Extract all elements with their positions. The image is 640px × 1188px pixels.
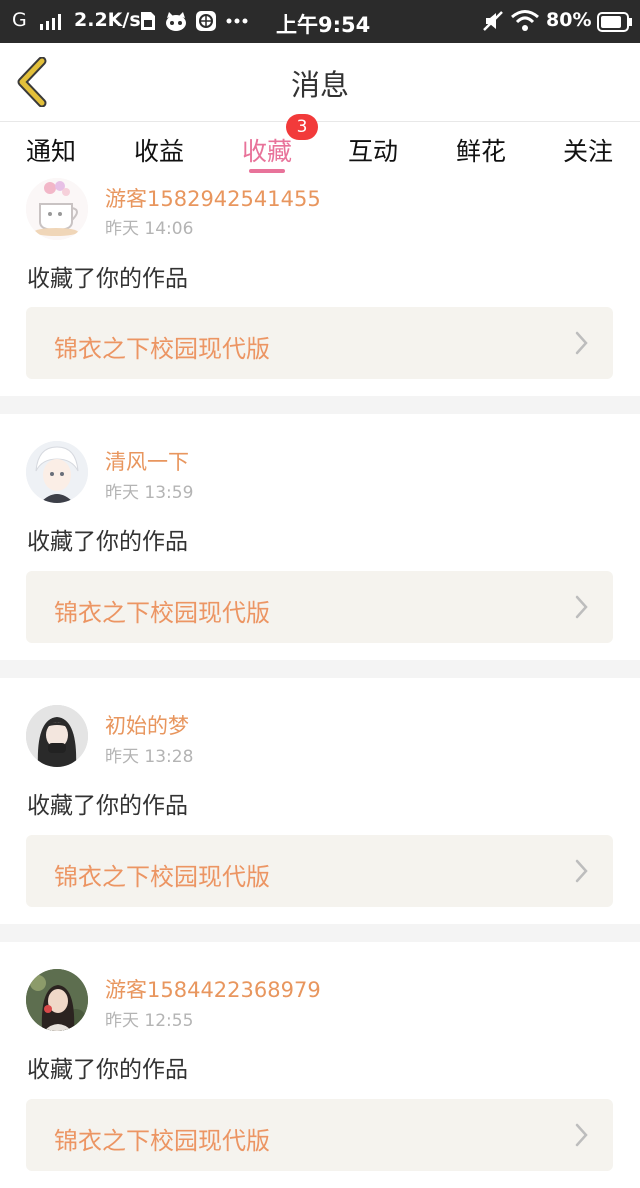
list-item: 清风一下 昨天 13:59 收藏了你的作品 锦衣之下校园现代版: [0, 414, 640, 660]
tab-earnings[interactable]: 收益: [134, 132, 184, 168]
signal-icon: [40, 14, 61, 30]
work-title: 锦衣之下校园现代版: [54, 335, 270, 363]
action-text: 收藏了你的作品: [27, 1057, 188, 1083]
status-bar: G 2.2K/s 上午9:54 80%: [0, 0, 640, 43]
work-title: 锦衣之下校园现代版: [54, 863, 270, 891]
tab-notifications[interactable]: 通知: [26, 132, 76, 168]
network-speed: 2.2K/s: [74, 9, 141, 31]
carrier-label: G: [12, 9, 27, 31]
work-link[interactable]: 锦衣之下校园现代版: [26, 1099, 613, 1171]
active-tab-indicator: [249, 169, 285, 173]
battery-percent: 80%: [546, 9, 592, 31]
action-text: 收藏了你的作品: [27, 793, 188, 819]
divider: [0, 924, 640, 942]
work-title: 锦衣之下校园现代版: [54, 1127, 270, 1155]
action-text: 收藏了你的作品: [27, 266, 188, 292]
chevron-right-icon: [575, 331, 588, 355]
wifi-icon: [511, 10, 539, 31]
avatar[interactable]: [26, 705, 88, 767]
sim-icon: [141, 12, 155, 30]
avatar[interactable]: [26, 441, 88, 503]
timestamp: 昨天 14:06: [105, 219, 194, 239]
cat-icon: [166, 12, 186, 31]
list-item: 游客1582942541455 昨天 14:06 收藏了你的作品 锦衣之下校园现…: [0, 178, 640, 396]
chevron-right-icon: [575, 1123, 588, 1147]
unread-badge: 3: [286, 114, 318, 140]
username[interactable]: 清风一下: [105, 446, 189, 476]
username[interactable]: 初始的梦: [105, 710, 189, 740]
work-title: 锦衣之下校园现代版: [54, 599, 270, 627]
page-title: 消息: [290, 68, 349, 102]
tab-favorites[interactable]: 收藏: [242, 132, 292, 168]
list-item: 初始的梦 昨天 13:28 收藏了你的作品 锦衣之下校园现代版: [0, 678, 640, 924]
timestamp: 昨天 13:59: [105, 483, 194, 503]
avatar[interactable]: [26, 969, 88, 1031]
browser-icon: [196, 11, 216, 31]
avatar-girl-image: [26, 705, 88, 767]
tab-following[interactable]: 关注: [563, 132, 613, 168]
clock: 上午9:54: [276, 13, 371, 37]
chevron-right-icon: [575, 595, 588, 619]
tab-flowers[interactable]: 鲜花: [456, 132, 506, 168]
timestamp: 昨天 12:55: [105, 1011, 194, 1031]
nav-header: 消息: [0, 43, 640, 122]
avatar-anime-boy-image: [26, 441, 88, 503]
action-text: 收藏了你的作品: [27, 529, 188, 555]
divider: [0, 396, 640, 414]
tab-bar: 通知 收益 收藏 互动 鲜花 关注: [0, 122, 640, 178]
avatar[interactable]: [26, 178, 88, 240]
more-dots-icon: [226, 18, 248, 24]
username[interactable]: 游客1584422368979: [105, 974, 321, 1004]
work-link[interactable]: 锦衣之下校园现代版: [26, 571, 613, 643]
battery-icon: [597, 12, 632, 32]
avatar-photo-image: [26, 969, 88, 1031]
work-link[interactable]: 锦衣之下校园现代版: [26, 835, 613, 907]
chevron-right-icon: [575, 859, 588, 883]
divider: [0, 660, 640, 678]
list-item: 游客1584422368979 昨天 12:55 收藏了你的作品 锦衣之下校园现…: [0, 942, 640, 1188]
mute-icon: [483, 11, 503, 31]
tab-interactions[interactable]: 互动: [348, 132, 398, 168]
work-link[interactable]: 锦衣之下校园现代版: [26, 307, 613, 379]
username[interactable]: 游客1582942541455: [105, 183, 321, 213]
timestamp: 昨天 13:28: [105, 747, 194, 767]
avatar-teacup-image: [26, 178, 88, 240]
